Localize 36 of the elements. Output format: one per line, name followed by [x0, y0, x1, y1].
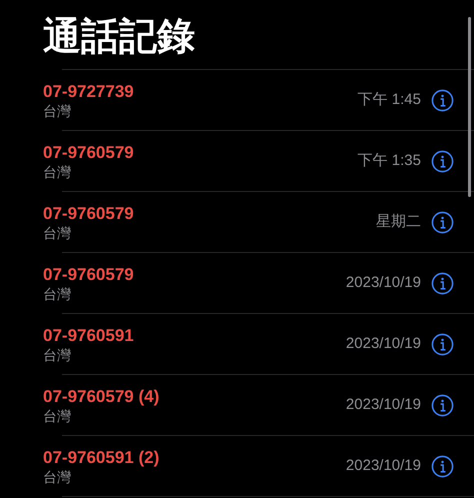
info-icon[interactable] [431, 210, 454, 234]
phone-number: 07-9760579 [43, 142, 135, 162]
phone-number: 07-9760591 [43, 324, 135, 346]
call-time: 下午 1:45 [358, 90, 421, 110]
page-title: 通話記錄 [43, 14, 196, 58]
call-time: 2023/10/19 [346, 456, 421, 476]
call-row[interactable]: 07-9760579 台灣 星期二 [0, 192, 474, 252]
info-icon[interactable] [431, 332, 454, 356]
call-row[interactable]: 07-9760579 台灣 下午 1:35 [0, 131, 474, 191]
number-label: 台灣 [43, 224, 72, 242]
call-time: 下午 1:35 [358, 150, 421, 171]
info-icon[interactable] [431, 394, 454, 416]
call-row[interactable]: 07-9760579 (4) 台灣 2023/10/19 [0, 375, 474, 435]
phone-number: 07-9760579 (4) [43, 386, 160, 406]
call-time: 2023/10/19 [346, 334, 421, 354]
call-row[interactable]: 07-9760579 台灣 2023/10/19 [0, 253, 474, 313]
info-icon[interactable] [431, 150, 454, 172]
call-time: 2023/10/19 [346, 394, 421, 415]
call-row[interactable]: 07-9727739 台灣 下午 1:45 [0, 70, 474, 130]
phone-number: 07-9760579 [43, 202, 135, 224]
call-time: 2023/10/19 [346, 272, 421, 293]
number-label: 台灣 [43, 468, 72, 486]
call-row[interactable]: 07-9760591 (2) 台灣 2023/10/19 [0, 436, 474, 496]
info-icon[interactable] [431, 272, 454, 294]
phone-number: 07-9760579 [43, 264, 135, 284]
call-row[interactable]: 07-9760591 台灣 2023/10/19 [0, 314, 474, 374]
number-label: 台灣 [43, 284, 72, 302]
call-time: 星期二 [376, 212, 421, 232]
number-label: 台灣 [43, 102, 72, 120]
info-icon[interactable] [431, 454, 454, 478]
phone-number: 07-9727739 [43, 80, 135, 102]
number-label: 台灣 [43, 162, 72, 180]
number-label: 台灣 [43, 406, 72, 424]
info-icon[interactable] [431, 88, 454, 112]
phone-number: 07-9760591 (2) [43, 446, 160, 468]
number-label: 台灣 [43, 346, 72, 364]
